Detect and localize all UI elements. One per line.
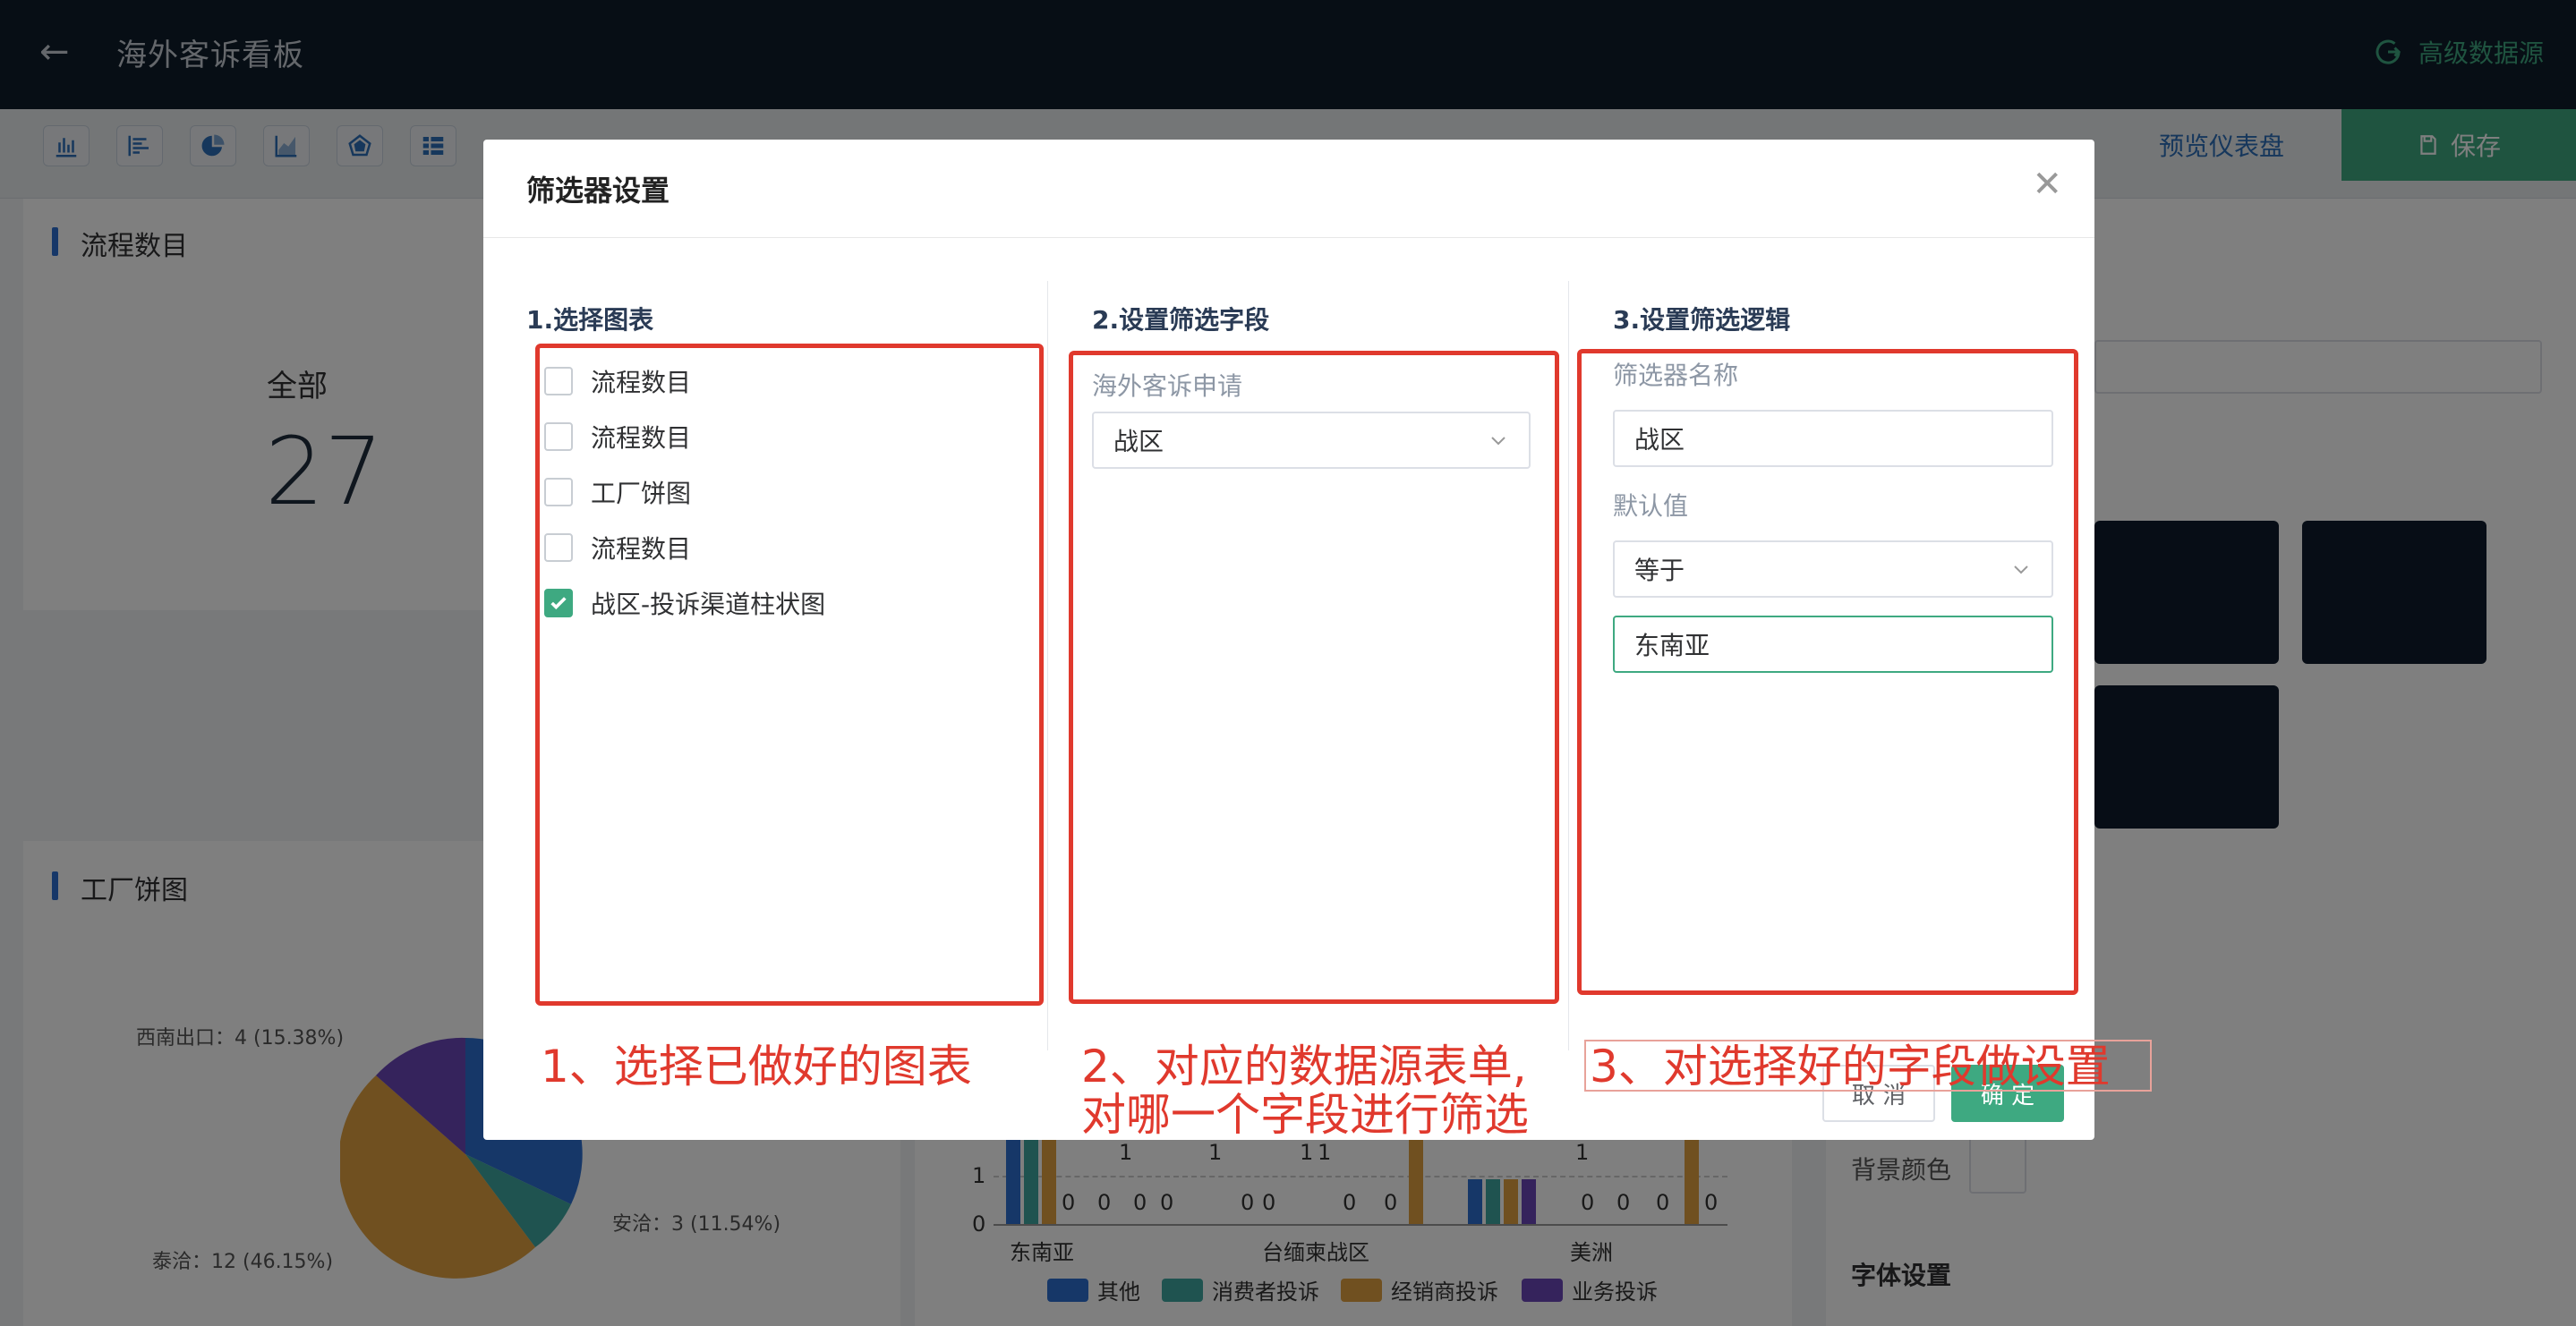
set-filter-logic-title: 3.设置筛选逻辑 bbox=[1613, 305, 1791, 335]
dialog-header: 筛选器设置 ✕ bbox=[483, 140, 2094, 238]
dialog-title: 筛选器设置 bbox=[526, 174, 670, 208]
select-chart-title: 1.选择图表 bbox=[526, 305, 654, 335]
annotation-text: 对哪一个字段进行筛选 bbox=[1081, 1089, 1529, 1141]
column-divider bbox=[1568, 281, 1569, 1050]
annotation-text: 1、选择已做好的图表 bbox=[541, 1041, 972, 1092]
set-filter-field-title: 2.设置筛选字段 bbox=[1092, 305, 1270, 335]
close-icon[interactable]: ✕ bbox=[2032, 166, 2062, 202]
annotation-text: 2、对应的数据源表单, bbox=[1081, 1041, 1527, 1092]
annotation-text: 3、对选择好的字段做设置 bbox=[1590, 1041, 2111, 1092]
annotation-box bbox=[1577, 349, 2078, 995]
annotation-box bbox=[535, 344, 1044, 1006]
column-divider bbox=[1047, 281, 1048, 1050]
annotation-box bbox=[1069, 351, 1559, 1004]
